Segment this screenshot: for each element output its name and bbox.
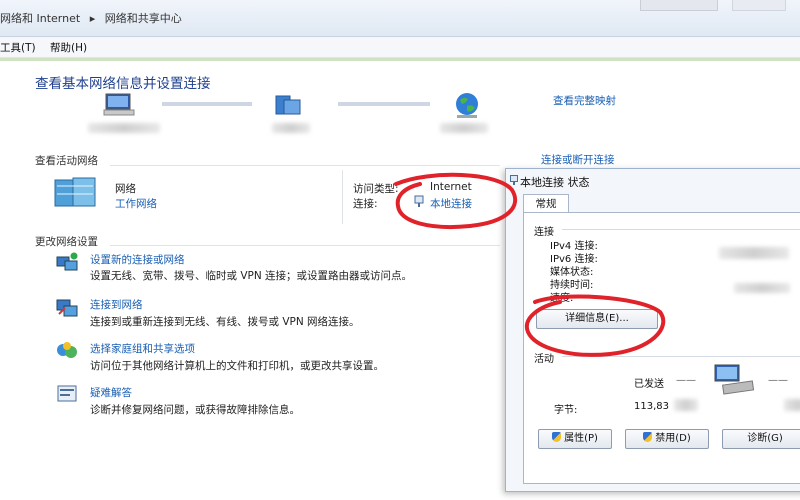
annotation-circle	[524, 294, 666, 357]
annotation-layer	[394, 172, 666, 357]
annotation-circle	[394, 172, 518, 229]
